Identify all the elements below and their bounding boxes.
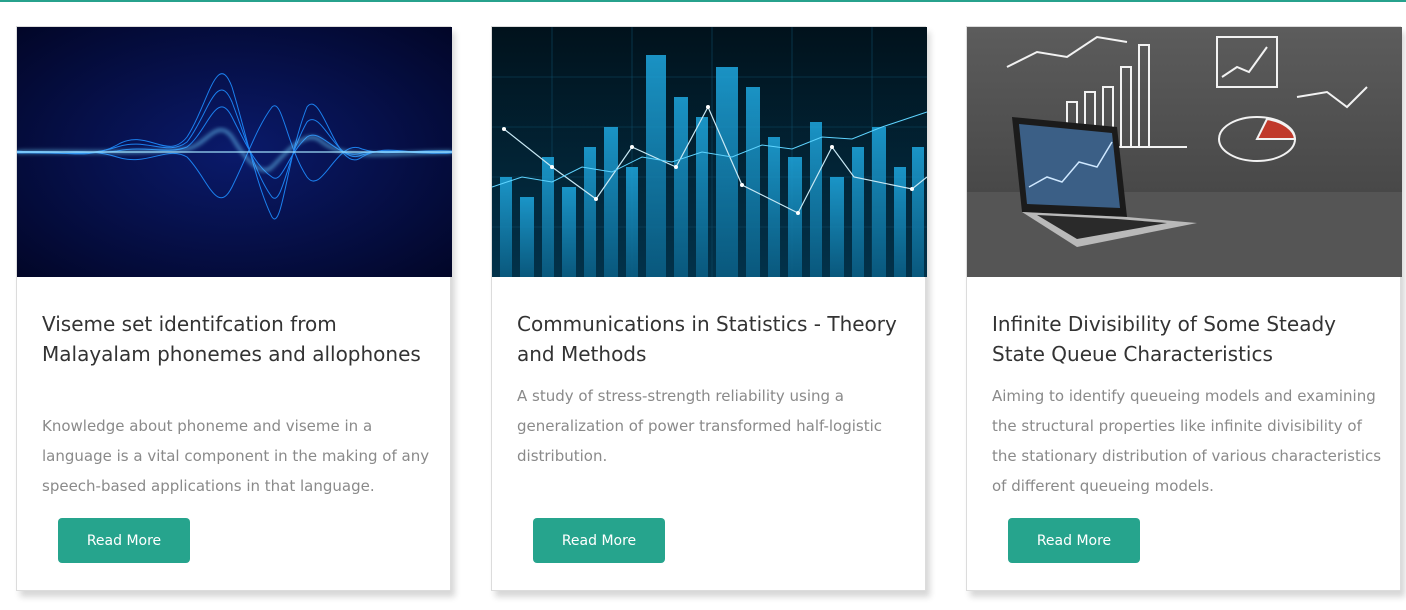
- card-description: A study of stress-strength reliability u…: [517, 387, 883, 465]
- read-more-button[interactable]: Read More: [533, 518, 665, 563]
- article-card-1: Viseme set identifcation from Malayalam …: [16, 26, 452, 591]
- read-more-button[interactable]: Read More: [58, 518, 190, 563]
- sound-wave-image[interactable]: [17, 27, 452, 277]
- article-card-3: Infinite Divisibility of Some Steady Sta…: [966, 26, 1402, 591]
- stock-chart-image[interactable]: [492, 27, 927, 277]
- card-description: Aiming to identify queueing models and e…: [992, 387, 1382, 495]
- article-card-2: Communications in Statistics - Theory an…: [491, 26, 927, 591]
- card-title[interactable]: Infinite Divisibility of Some Steady Sta…: [992, 309, 1387, 369]
- card-title[interactable]: Communications in Statistics - Theory an…: [517, 309, 912, 369]
- card-description: Knowledge about phoneme and viseme in a …: [42, 417, 430, 495]
- read-more-button[interactable]: Read More: [1008, 518, 1140, 563]
- top-divider: [0, 0, 1406, 2]
- laptop-charts-image[interactable]: [967, 27, 1402, 277]
- card-title[interactable]: Viseme set identifcation from Malayalam …: [42, 309, 437, 369]
